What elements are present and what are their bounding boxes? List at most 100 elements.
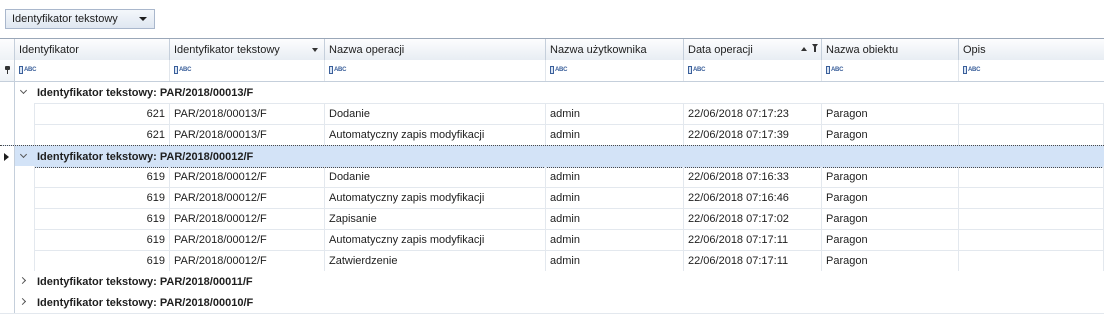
cell-nazwa-obiektu[interactable]: Paragon xyxy=(822,250,959,271)
cell-nazwa-uzytkownika[interactable]: admin xyxy=(546,103,684,124)
cell-nazwa-operacji[interactable]: Dodanie xyxy=(325,103,546,124)
group-row[interactable]: Identyfikator tekstowy: PAR/2018/00013/F xyxy=(0,82,1104,104)
cell-nazwa-operacji[interactable]: Automatyczny zapis modyfikacji xyxy=(325,187,546,208)
table-row[interactable]: 619 PAR/2018/00012/F Zapisanie admin 22/06/2… xyxy=(0,208,1104,230)
cell-opis[interactable] xyxy=(959,124,1104,145)
cell-nazwa-operacji[interactable]: Zatwierdzenie xyxy=(325,250,546,271)
group-row-label: Identyfikator tekstowy: PAR/2018/00011/F xyxy=(37,275,253,288)
cell-nazwa-operacji[interactable]: Zapisanie xyxy=(325,208,546,229)
cell-identyfikator[interactable]: 619 xyxy=(35,187,170,208)
cell-nazwa-operacji[interactable]: Dodanie xyxy=(325,166,546,187)
cell-identyfikator-tekstowy[interactable]: PAR/2018/00013/F xyxy=(170,124,325,145)
cell-opis[interactable] xyxy=(959,166,1104,187)
cell-nazwa-obiektu[interactable]: Paragon xyxy=(822,187,959,208)
column-header-nazwa-obiektu[interactable]: Nazwa obiektu xyxy=(822,39,959,60)
cell-data-operacji[interactable]: 22/06/2018 07:17:23 xyxy=(684,103,822,124)
text-filter-icon: ABC xyxy=(688,66,705,75)
cell-nazwa-operacji[interactable]: Automatyczny zapis modyfikacji xyxy=(325,124,546,145)
filter-cell-nazwa-uzytkownika[interactable]: ABC xyxy=(546,60,684,81)
group-row[interactable]: Identyfikator tekstowy: PAR/2018/00011/F xyxy=(0,271,1104,293)
column-header-label: Data operacji xyxy=(688,43,753,56)
cell-identyfikator[interactable]: 619 xyxy=(35,229,170,250)
table-row[interactable]: 619 PAR/2018/00012/F Zatwierdzenie admin 22/… xyxy=(0,250,1104,272)
column-header-nazwa-uzytkownika[interactable]: Nazwa użytkownika xyxy=(546,39,684,60)
cell-opis[interactable] xyxy=(959,103,1104,124)
filter-cell-identyfikator-tekstowy[interactable]: ABC xyxy=(170,60,325,81)
group-row[interactable]: Identyfikator tekstowy: PAR/2018/00012/F xyxy=(0,145,1104,168)
expand-group-icon[interactable] xyxy=(20,277,28,285)
text-filter-icon: ABC xyxy=(329,66,346,75)
cell-opis[interactable] xyxy=(959,208,1104,229)
cell-identyfikator[interactable]: 619 xyxy=(35,208,170,229)
column-header-nazwa-operacji[interactable]: Nazwa operacji xyxy=(325,39,546,60)
collapse-group-icon[interactable] xyxy=(20,152,28,160)
collapse-group-icon[interactable] xyxy=(20,88,28,96)
table-row[interactable]: 621 PAR/2018/00013/F Dodanie admin 22/06/201… xyxy=(0,103,1104,125)
group-row[interactable]: Identyfikator tekstowy: PAR/2018/00010/F xyxy=(0,292,1104,314)
column-header-row: Identyfikator Identyfikator tekstowy Naz… xyxy=(0,39,1104,61)
table-row[interactable]: 619 PAR/2018/00012/F Automatyczny zapis mo… xyxy=(0,187,1104,209)
filter-cell-opis[interactable]: ABC xyxy=(959,60,1104,81)
cell-identyfikator-tekstowy[interactable]: PAR/2018/00012/F xyxy=(170,187,325,208)
group-indent xyxy=(15,208,35,229)
cell-nazwa-obiektu[interactable]: Paragon xyxy=(822,229,959,250)
current-row-marker-icon xyxy=(4,153,9,161)
cell-identyfikator[interactable]: 619 xyxy=(35,166,170,187)
cell-identyfikator-tekstowy[interactable]: PAR/2018/00012/F xyxy=(170,208,325,229)
row-indicator xyxy=(0,187,15,208)
column-header-label: Nazwa obiektu xyxy=(826,43,899,56)
cell-identyfikator[interactable]: 621 xyxy=(35,124,170,145)
cell-nazwa-uzytkownika[interactable]: admin xyxy=(546,229,684,250)
cell-opis[interactable] xyxy=(959,229,1104,250)
column-header-identyfikator[interactable]: Identyfikator xyxy=(15,39,170,60)
cell-opis[interactable] xyxy=(959,187,1104,208)
cell-nazwa-uzytkownika[interactable]: admin xyxy=(546,250,684,271)
cell-nazwa-obiektu[interactable]: Paragon xyxy=(822,124,959,145)
table-row[interactable]: 619 PAR/2018/00012/F Dodanie admin 22/06/201… xyxy=(0,166,1104,188)
cell-identyfikator[interactable]: 621 xyxy=(35,103,170,124)
chevron-down-icon[interactable] xyxy=(139,17,147,21)
cell-data-operacji[interactable]: 22/06/2018 07:17:39 xyxy=(684,124,822,145)
filter-row-indicator xyxy=(0,60,15,81)
cell-nazwa-uzytkownika[interactable]: admin xyxy=(546,208,684,229)
group-by-combo[interactable]: Identyfikator tekstowy xyxy=(5,9,155,29)
cell-identyfikator-tekstowy[interactable]: PAR/2018/00012/F xyxy=(170,250,325,271)
cell-identyfikator-tekstowy[interactable]: PAR/2018/00012/F xyxy=(170,166,325,187)
cell-identyfikator[interactable]: 619 xyxy=(35,250,170,271)
row-indicator xyxy=(0,250,15,271)
group-row-label: Identyfikator tekstowy: PAR/2018/00012/F xyxy=(37,150,254,163)
cell-data-operacji[interactable]: 22/06/2018 07:17:02 xyxy=(684,208,822,229)
cell-identyfikator-tekstowy[interactable]: PAR/2018/00012/F xyxy=(170,229,325,250)
column-header-label: Nazwa użytkownika xyxy=(550,43,647,56)
cell-data-operacji[interactable]: 22/06/2018 07:17:11 xyxy=(684,229,822,250)
column-header-identyfikator-tekstowy[interactable]: Identyfikator tekstowy xyxy=(170,39,325,60)
filter-icon[interactable] xyxy=(812,44,818,52)
cell-nazwa-uzytkownika[interactable]: admin xyxy=(546,124,684,145)
table-row[interactable]: 619 PAR/2018/00012/F Automatyczny zapis mo… xyxy=(0,229,1104,251)
group-sort-icon xyxy=(312,48,318,52)
filter-cell-nazwa-operacji[interactable]: ABC xyxy=(325,60,546,81)
cell-nazwa-uzytkownika[interactable]: admin xyxy=(546,166,684,187)
data-grid: Identyfikator Identyfikator tekstowy Naz… xyxy=(0,38,1104,321)
column-header-opis[interactable]: Opis xyxy=(959,39,1104,60)
cell-identyfikator-tekstowy[interactable]: PAR/2018/00013/F xyxy=(170,103,325,124)
filter-cell-identyfikator[interactable]: ABC xyxy=(15,60,170,81)
cell-nazwa-obiektu[interactable]: Paragon xyxy=(822,103,959,124)
filter-cell-nazwa-obiektu[interactable]: ABC xyxy=(822,60,959,81)
row-indicator xyxy=(0,271,15,292)
expand-group-icon[interactable] xyxy=(20,298,28,306)
table-row[interactable]: 621 PAR/2018/00013/F Automatyczny zapis mo… xyxy=(0,124,1104,146)
cell-nazwa-operacji[interactable]: Automatyczny zapis modyfikacji xyxy=(325,229,546,250)
cell-nazwa-uzytkownika[interactable]: admin xyxy=(546,187,684,208)
cell-nazwa-obiektu[interactable]: Paragon xyxy=(822,208,959,229)
cell-data-operacji[interactable]: 22/06/2018 07:16:33 xyxy=(684,166,822,187)
row-indicator xyxy=(0,292,15,313)
column-header-data-operacji[interactable]: Data operacji xyxy=(684,39,822,60)
cell-nazwa-obiektu[interactable]: Paragon xyxy=(822,166,959,187)
column-header-label: Identyfikator tekstowy xyxy=(174,43,280,56)
cell-opis[interactable] xyxy=(959,250,1104,271)
filter-cell-data-operacji[interactable]: ABC xyxy=(684,60,822,81)
group-panel: Identyfikator tekstowy xyxy=(0,0,1104,38)
cell-data-operacji[interactable]: 22/06/2018 07:16:46 xyxy=(684,187,822,208)
cell-data-operacji[interactable]: 22/06/2018 07:17:11 xyxy=(684,250,822,271)
